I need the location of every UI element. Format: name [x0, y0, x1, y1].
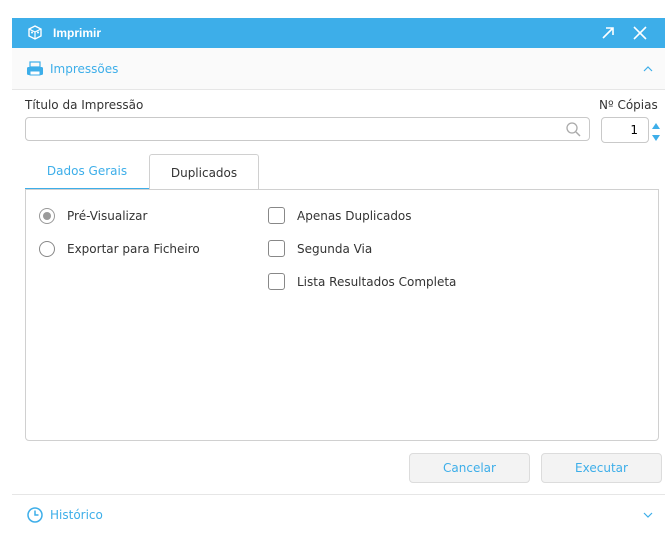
copies-stepper[interactable] [651, 119, 661, 141]
checkbox-apenas-duplicados[interactable]: Apenas Duplicados [268, 207, 412, 224]
checkbox-label: Lista Resultados Completa [297, 274, 457, 289]
printer-icon [26, 60, 44, 78]
copies-field[interactable] [601, 117, 649, 143]
radio-exportar-ficheiro[interactable]: Exportar para Ficheiro [39, 241, 200, 257]
radio-button[interactable] [39, 241, 55, 257]
clock-icon [26, 506, 44, 524]
checkbox[interactable] [268, 273, 285, 290]
search-icon[interactable] [565, 121, 581, 137]
radio-pre-visualizar[interactable]: Pré-Visualizar [39, 208, 147, 224]
title-label: Título da Impressão [25, 98, 144, 112]
execute-button[interactable]: Executar [541, 453, 662, 483]
title-field[interactable] [25, 117, 590, 141]
checkbox-lista-resultados[interactable]: Lista Resultados Completa [268, 273, 456, 290]
radio-label: Pré-Visualizar [67, 209, 148, 223]
checkbox-segunda-via[interactable]: Segunda Via [268, 240, 372, 257]
radio-button[interactable] [39, 208, 55, 224]
copies-label: Nº Cópias [599, 98, 658, 112]
tab-bar: Dados Gerais Duplicados [25, 154, 259, 190]
cube-icon [27, 25, 43, 41]
checkbox[interactable] [268, 207, 285, 224]
chevron-up-icon[interactable] [641, 62, 655, 76]
impressoes-label: Impressões [50, 61, 119, 76]
checkbox[interactable] [268, 240, 285, 257]
tab-panel: Pré-Visualizar Exportar para Ficheiro Ap… [25, 189, 659, 441]
historico-label: Histórico [50, 507, 103, 522]
window-title: Imprimir [53, 26, 102, 40]
copies-input[interactable] [602, 118, 642, 142]
checkbox-label: Apenas Duplicados [297, 208, 412, 223]
checkbox-label: Segunda Via [297, 241, 373, 256]
historico-section-header[interactable]: Histórico [12, 494, 665, 534]
impressoes-section-header[interactable]: Impressões [12, 48, 665, 90]
window-titlebar: Imprimir [12, 18, 665, 48]
close-icon[interactable] [631, 24, 649, 42]
expand-icon[interactable] [599, 24, 617, 42]
radio-label: Exportar para Ficheiro [67, 242, 200, 256]
tab-duplicados[interactable]: Duplicados [149, 154, 259, 190]
tab-dados-gerais[interactable]: Dados Gerais [25, 154, 149, 190]
decrement-icon[interactable] [651, 132, 661, 141]
cancel-button[interactable]: Cancelar [409, 453, 530, 483]
chevron-down-icon[interactable] [641, 508, 655, 522]
increment-icon[interactable] [651, 119, 661, 129]
title-input[interactable] [26, 118, 556, 140]
